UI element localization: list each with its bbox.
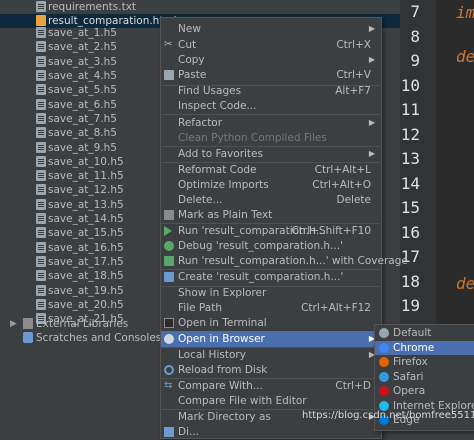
context-menu: New ▶ ✂ Cut Ctrl+X Copy ▶ Paste Ctrl+V F… (160, 17, 408, 440)
file-icon (36, 170, 46, 181)
scratches-icon (23, 332, 33, 343)
file-icon (36, 41, 46, 52)
globe-icon (164, 334, 174, 344)
menu-item-compare-with[interactable]: ⇆ Compare With... Ctrl+D (161, 378, 381, 394)
default-icon (379, 328, 389, 338)
code-fragment: im (456, 3, 474, 22)
menu-item-run-coverage[interactable]: Run 'result_comparation.h...' with Cover… (161, 253, 408, 269)
run-icon (164, 226, 172, 236)
file-icon (36, 213, 46, 224)
menu-item-optimize-imports[interactable]: Optimize Imports Ctrl+Alt+O (161, 177, 381, 193)
menu-item-mark-plain[interactable]: Mark as Plain Text (161, 207, 381, 223)
file-icon (36, 84, 46, 95)
line-number: 18 (400, 271, 420, 291)
menu-item-find-usages[interactable]: Find Usages Alt+F7 (161, 83, 381, 99)
html-file-icon (36, 15, 46, 26)
menu-item-cut[interactable]: ✂ Cut Ctrl+X (161, 37, 381, 53)
menu-item-reload[interactable]: Reload from Disk (161, 362, 381, 378)
menu-item-compare-editor[interactable]: Compare File with Editor (161, 393, 381, 409)
opera-icon (379, 386, 389, 396)
line-number: 16 (400, 222, 420, 242)
file-icon (36, 256, 46, 267)
menu-item-copy[interactable]: Copy ▶ (161, 52, 381, 68)
menu-item-paste[interactable]: Paste Ctrl+V (161, 67, 381, 83)
watermark: https://blog.csdn.net/bomfree5511 (302, 410, 474, 421)
browser-item-default[interactable]: Default (375, 326, 474, 340)
code-fragment: de (456, 47, 474, 66)
menu-item-clean-python: Clean Python Compiled Files (178, 132, 327, 144)
menu-item-create[interactable]: Create 'result_comparation.h...' (161, 269, 381, 285)
submenu-arrow-icon: ▶ (368, 55, 375, 64)
compare-icon: ⇆ (164, 380, 173, 391)
file-icon (36, 285, 46, 296)
file-icon (36, 113, 46, 124)
debug-icon (164, 241, 174, 251)
line-number: 11 (400, 100, 420, 119)
menu-item-refactor[interactable]: Refactor ▶ (161, 115, 381, 131)
safari-icon (379, 371, 389, 382)
file-icon (36, 227, 46, 238)
line-number: 13 (400, 149, 420, 168)
file-icon (36, 27, 46, 38)
menu-item-debug[interactable]: Debug 'result_comparation.h...' (161, 238, 381, 254)
file-icon (36, 56, 46, 67)
internet-explorer-icon (379, 400, 389, 411)
plain-text-icon (164, 210, 174, 220)
menu-item-reformat[interactable]: Reformat Code Ctrl+Alt+L (161, 162, 381, 178)
line-number: 15 (400, 198, 420, 217)
coverage-icon (164, 256, 174, 266)
reload-icon (164, 365, 174, 375)
browser-item-firefox[interactable]: Firefox (375, 355, 474, 369)
firefox-icon (379, 357, 389, 367)
expand-arrow-icon[interactable]: ▶ (10, 317, 17, 331)
menu-item-open-terminal[interactable]: Open in Terminal (161, 315, 381, 331)
file-icon (36, 270, 46, 281)
submenu-arrow-icon: ▶ (368, 149, 375, 158)
file-icon (36, 199, 46, 210)
menu-item-inspect-code[interactable]: Inspect Code... (161, 98, 381, 114)
clipboard-icon (164, 70, 174, 80)
line-number: 19 (400, 296, 420, 315)
menu-item-file-path[interactable]: File Path Ctrl+Alt+F12 (161, 300, 381, 316)
file-icon (36, 242, 46, 253)
menu-item-new[interactable]: New ▶ (161, 21, 381, 37)
file-icon (36, 142, 46, 153)
line-number: 9 (410, 51, 420, 70)
file-icon (36, 70, 46, 81)
submenu-arrow-icon: ▶ (368, 118, 375, 127)
menu-item-local-history[interactable]: Local History ▶ (161, 347, 381, 363)
file-icon (36, 184, 46, 195)
line-number: 14 (400, 173, 420, 193)
code-fragment: de (456, 274, 474, 293)
browser-item-safari[interactable]: Safari (375, 370, 474, 384)
menu-item-delete[interactable]: Delete... Delete (161, 192, 381, 208)
line-number: 7 (410, 2, 420, 21)
text-file-icon (36, 1, 46, 12)
terminal-icon (164, 318, 174, 328)
menu-item-diagrams[interactable]: Di... (161, 424, 381, 440)
chrome-icon (379, 342, 389, 353)
file-icon (36, 156, 46, 167)
configuration-icon (164, 272, 174, 282)
file-icon (36, 299, 46, 310)
menu-item-add-favorites[interactable]: Add to Favorites ▶ (161, 146, 381, 162)
menu-item-run[interactable]: Run 'result_comparation.h...' Ctrl+Shift… (161, 223, 381, 239)
browser-item-chrome[interactable]: Chrome (375, 340, 474, 355)
menu-item-open-browser[interactable]: Open in Browser ▶ (161, 331, 381, 347)
line-number: 10 (400, 75, 420, 95)
line-number: 8 (410, 26, 420, 46)
line-number: 12 (400, 124, 420, 144)
menu-item-show-explorer[interactable]: Show in Explorer (161, 285, 381, 301)
file-icon (36, 127, 46, 138)
scissors-icon: ✂ (164, 39, 173, 50)
browser-item-opera[interactable]: Opera (375, 384, 474, 398)
file-icon (36, 99, 46, 110)
submenu-arrow-icon: ▶ (368, 24, 375, 33)
library-icon (23, 318, 33, 329)
